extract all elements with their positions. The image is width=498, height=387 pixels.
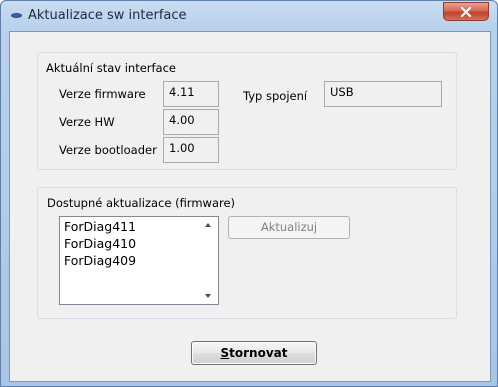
cancel-hotkey: S [220, 346, 230, 360]
bootloader-version-value: 1.00 [163, 137, 219, 163]
list-item[interactable]: ForDiag411 [64, 219, 136, 234]
list-item[interactable]: ForDiag410 [64, 236, 136, 251]
cancel-label: tornovat [229, 346, 288, 360]
firmware-version-label: Verze firmware [59, 87, 146, 101]
current-status-group: Aktuální stav interface Verze firmware 4… [37, 52, 457, 170]
hw-version-label: Verze HW [59, 115, 115, 129]
firmware-list[interactable]: ForDiag411 ForDiag410 ForDiag409 [59, 216, 219, 305]
connection-type-value: USB [324, 81, 442, 107]
hw-version-value: 4.00 [163, 109, 219, 135]
list-item[interactable]: ForDiag409 [64, 253, 136, 268]
close-button[interactable] [443, 2, 489, 21]
current-status-title: Aktuální stav interface [46, 61, 177, 75]
scroll-up-arrow-icon[interactable] [202, 220, 214, 230]
available-updates-title: Dostupné aktualizace (firmware) [47, 196, 236, 210]
firmware-version-value: 4.11 [163, 81, 219, 107]
dialog-client-area: Aktuální stav interface Verze firmware 4… [9, 31, 491, 382]
update-button[interactable]: Aktualizuj [228, 216, 350, 239]
connection-type-label: Typ spojení [243, 89, 308, 103]
dialog-window: Aktualizace sw interface Aktuální stav i… [0, 0, 498, 387]
title-bar[interactable]: Aktualizace sw interface [1, 1, 497, 29]
close-icon [460, 7, 472, 17]
window-title: Aktualizace sw interface [28, 8, 187, 23]
bootloader-version-label: Verze bootloader [59, 143, 157, 157]
oval-app-icon [11, 13, 22, 18]
scroll-down-arrow-icon[interactable] [202, 291, 214, 301]
cancel-button[interactable]: Stornovat [191, 341, 317, 365]
